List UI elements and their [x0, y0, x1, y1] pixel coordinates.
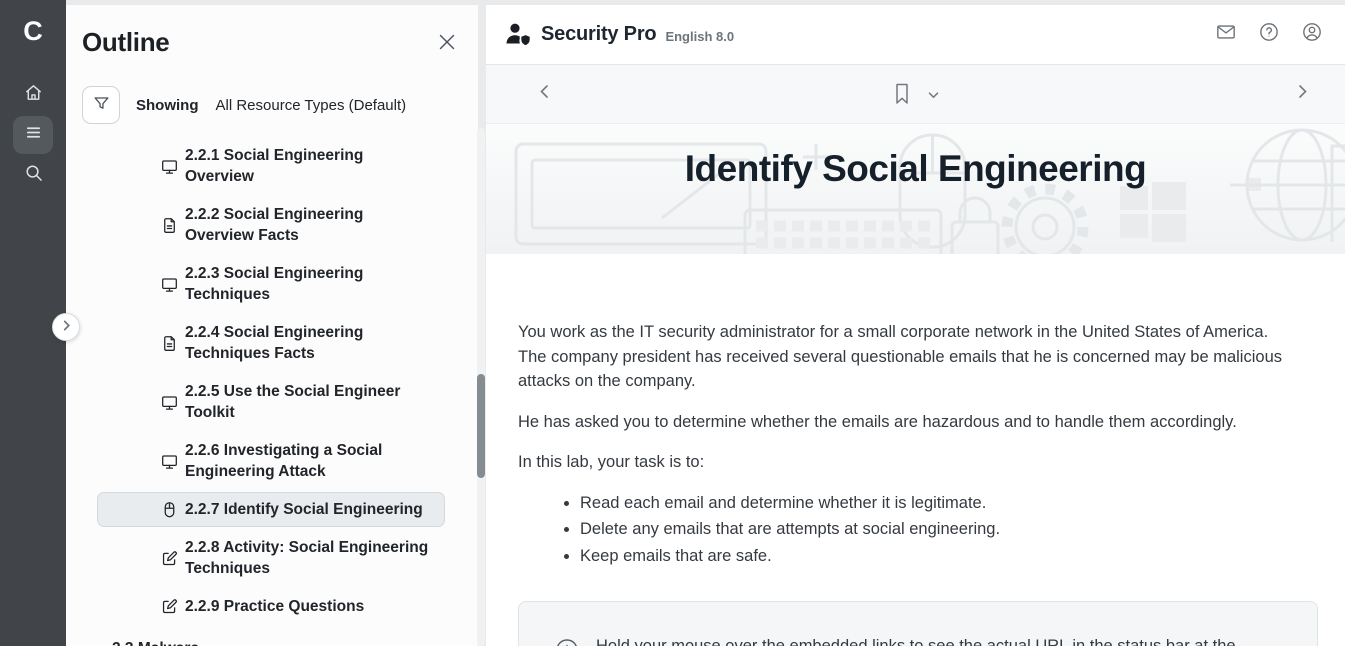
monitor-icon [161, 276, 178, 293]
task-list: Read each email and determine whether it… [580, 493, 1300, 568]
edit-icon [161, 598, 178, 615]
task-list-item: Delete any emails that are attempts at s… [580, 519, 1300, 541]
outline-item-label: 2.2.9 Practice Questions [185, 596, 364, 617]
outline-item-label: 2.2.1 Social Engineering Overview [185, 145, 436, 187]
edit-icon [161, 550, 178, 567]
monitor-icon [161, 394, 178, 411]
task-list-item: Read each email and determine whether it… [580, 493, 1300, 515]
product-header: Security Pro English 8.0 [486, 5, 1345, 65]
lesson-paragraph: In this lab, your task is to: [518, 450, 1298, 475]
page-title: Identify Social Engineering [486, 148, 1345, 190]
file-icon [161, 335, 178, 352]
filter-showing-label: Showing [136, 97, 199, 114]
info-icon [555, 638, 579, 646]
messages-button[interactable] [1215, 24, 1237, 46]
outline-item[interactable]: 2.2.4 Social Engineering Techniques Fact… [97, 315, 445, 371]
outline-scrollbar-thumb[interactable] [477, 374, 485, 478]
close-outline-button[interactable] [434, 31, 460, 57]
panel-expand-toggle[interactable] [52, 313, 80, 341]
product-edition: English 8.0 [665, 25, 734, 44]
menu-icon [24, 123, 43, 147]
monitor-icon [161, 158, 178, 175]
outline-item[interactable]: 2.2.1 Social Engineering Overview [97, 138, 445, 194]
rail-search-button[interactable] [13, 156, 53, 194]
lesson-content: You work as the IT security administrato… [486, 254, 1345, 646]
account-button[interactable] [1301, 24, 1323, 46]
outline-item[interactable]: 2.2.5 Use the Social Engineer Toolkit [97, 374, 445, 430]
file-icon [161, 217, 178, 234]
task-list-item: Keep emails that are safe. [580, 546, 1300, 568]
outline-section-label: 2.3 Malware [112, 640, 462, 646]
outline-item[interactable]: 2.2.9 Practice Questions [97, 589, 445, 624]
help-icon [1259, 22, 1279, 47]
outline-item[interactable]: 2.2.7 Identify Social Engineering [97, 492, 445, 527]
main-panel: Security Pro English 8.0 [486, 5, 1345, 646]
outline-item-label: 2.2.5 Use the Social Engineer Toolkit [185, 381, 436, 423]
bookmark-button[interactable] [892, 83, 911, 105]
help-button[interactable] [1258, 24, 1280, 46]
product-title: Security Pro [541, 23, 656, 46]
mouse-icon [161, 501, 178, 518]
account-icon [1302, 22, 1322, 47]
rail-outline-button[interactable] [13, 116, 53, 154]
app-logo: C [0, 0, 66, 62]
lesson-banner: Identify Social Engineering [486, 124, 1345, 254]
mail-icon [1216, 22, 1236, 47]
previous-resource-button[interactable] [529, 79, 559, 109]
outline-item-label: 2.2.3 Social Engineering Techniques [185, 263, 436, 305]
chevron-left-icon [537, 84, 552, 104]
close-icon [438, 33, 456, 56]
note-text: Hold your mouse over the embedded links … [596, 631, 1276, 646]
outline-item-label: 2.2.2 Social Engineering Overview Facts [185, 204, 436, 246]
outline-item-label: 2.2.4 Social Engineering Techniques Fact… [185, 322, 436, 364]
outline-item-label: 2.2.6 Investigating a Social Engineering… [185, 440, 436, 482]
home-icon [24, 83, 43, 107]
chevron-right-icon [1295, 84, 1310, 104]
resource-toolbar [486, 65, 1345, 124]
filter-value[interactable]: All Resource Types (Default) [216, 97, 407, 114]
outline-item[interactable]: 2.2.2 Social Engineering Overview Facts [97, 197, 445, 253]
chevron-down-icon [927, 88, 939, 100]
filter-row: Showing All Resource Types (Default) [82, 86, 462, 124]
outline-item-label: 2.2.7 Identify Social Engineering [185, 499, 423, 520]
outline-item[interactable]: 2.2.6 Investigating a Social Engineering… [97, 433, 445, 489]
outline-title: Outline [82, 27, 462, 58]
outline-list: 2.2.1 Social Engineering Overview 2.2.2 S… [66, 138, 478, 646]
next-resource-button[interactable] [1287, 79, 1317, 109]
bookmark-icon [892, 83, 911, 105]
filter-funnel-icon [93, 95, 110, 115]
lesson-paragraph: He has asked you to determine whether th… [518, 410, 1298, 435]
monitor-icon [161, 453, 178, 470]
search-icon [24, 163, 43, 187]
bookmark-dropdown-button[interactable] [927, 88, 939, 100]
app-window: C Outline Showing All Resource Types (D [0, 0, 1345, 646]
filter-button[interactable] [82, 86, 120, 124]
outline-panel: Outline Showing All Resource Types (Defa… [66, 5, 478, 646]
outline-item[interactable]: 2.2.3 Social Engineering Techniques [97, 256, 445, 312]
security-pro-logo-icon [505, 22, 532, 47]
lesson-paragraph: You work as the IT security administrato… [518, 320, 1298, 394]
outline-item[interactable]: 2.2.8 Activity: Social Engineering Techn… [97, 530, 445, 586]
note-box: Hold your mouse over the embedded links … [518, 601, 1318, 646]
outline-item-label: 2.2.8 Activity: Social Engineering Techn… [185, 537, 436, 579]
chevron-right-icon [61, 318, 72, 336]
rail-home-button[interactable] [13, 76, 53, 114]
